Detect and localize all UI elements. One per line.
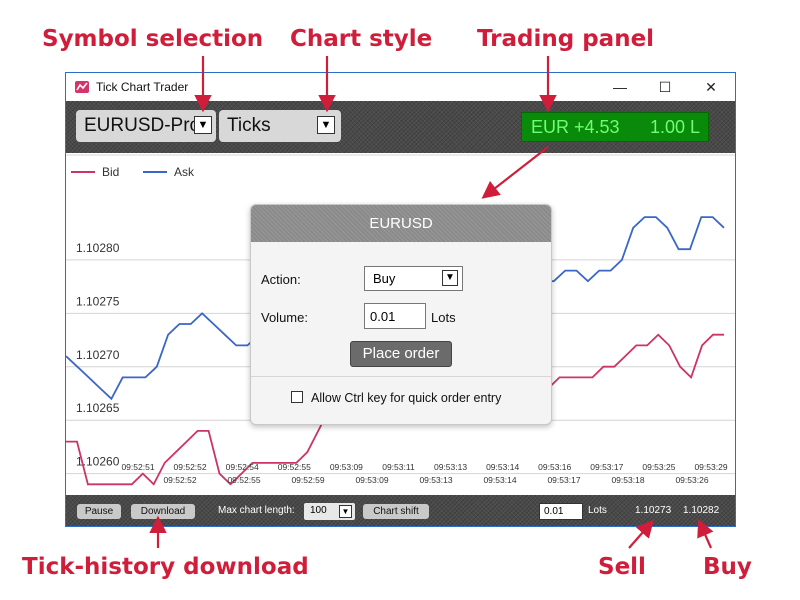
- status-bar: Pause Download Max chart length: 100 ▼ C…: [66, 495, 735, 526]
- minimize-button[interactable]: —: [597, 73, 643, 101]
- trading-panel-button[interactable]: EUR +4.53 1.00 L: [521, 112, 709, 142]
- callout-tick-history-download: Tick-history download: [22, 554, 309, 580]
- action-label: Action:: [261, 272, 301, 287]
- callout-sell: Sell: [598, 554, 646, 580]
- ctrl-key-label: Allow Ctrl key for quick order entry: [311, 391, 502, 405]
- volume-label: Volume:: [261, 310, 308, 325]
- toolbar: EURUSD-Pro ▼ Ticks ▼ EUR +4.53 1.00 L: [66, 101, 735, 153]
- pause-button[interactable]: Pause: [77, 504, 121, 519]
- x-tick-label: 09:53:13: [434, 462, 467, 472]
- app-logo-icon: [75, 81, 89, 93]
- y-tick-label: 1.10265: [76, 401, 120, 415]
- x-tick-label: 09:53:14: [483, 475, 516, 485]
- max-chart-length-label: Max chart length:: [218, 505, 295, 516]
- x-tick-label: 09:53:25: [642, 462, 675, 472]
- max-chart-length-select[interactable]: 100 ▼: [304, 503, 355, 520]
- legend-label-bid: Bid: [102, 165, 119, 179]
- chevron-down-icon[interactable]: ▼: [339, 505, 352, 518]
- close-button[interactable]: ✕: [688, 73, 734, 101]
- chart-shift-button[interactable]: Chart shift: [363, 504, 429, 519]
- sell-price-button[interactable]: 1.10273: [635, 505, 671, 516]
- maximize-button[interactable]: ☐: [642, 73, 688, 101]
- window-title: Tick Chart Trader: [96, 80, 189, 94]
- trade-lots: 1.00 L: [650, 117, 701, 137]
- chevron-down-icon[interactable]: ▼: [317, 116, 335, 134]
- symbol-select[interactable]: EURUSD-Pro ▼: [76, 110, 216, 142]
- place-order-button[interactable]: Place order: [350, 341, 452, 367]
- x-tick-label: 09:53:17: [590, 462, 623, 472]
- x-tick-label: 09:52:51: [121, 462, 154, 472]
- callout-chart-style: Chart style: [290, 26, 433, 52]
- y-tick-label: 1.10280: [76, 241, 120, 255]
- x-tick-label: 09:52:59: [291, 475, 324, 485]
- x-tick-label: 09:53:18: [611, 475, 644, 485]
- x-tick-label: 09:53:14: [486, 462, 519, 472]
- x-tick-label: 09:53:26: [675, 475, 708, 485]
- chevron-down-icon[interactable]: ▼: [442, 270, 458, 286]
- symbol-value: EURUSD-Pro: [84, 115, 201, 136]
- title-bar: Tick Chart Trader — ☐ ✕: [66, 73, 735, 101]
- callout-buy: Buy: [703, 554, 752, 580]
- x-tick-label: 09:53:29: [694, 462, 727, 472]
- trade-profit: EUR +4.53: [531, 117, 620, 137]
- app-window: Tick Chart Trader — ☐ ✕ EURUSD-Pro ▼ Tic…: [65, 72, 736, 527]
- download-button[interactable]: Download: [131, 504, 195, 519]
- x-tick-label: 09:52:52: [174, 462, 207, 472]
- legend-label-ask: Ask: [174, 165, 195, 179]
- ctrl-key-checkbox[interactable]: [291, 391, 303, 403]
- x-tick-label: 09:52:54: [226, 462, 259, 472]
- max-chart-length-value: 100: [310, 505, 327, 516]
- x-tick-label: 09:52:55: [227, 475, 260, 485]
- lots-label: Lots: [588, 505, 607, 516]
- y-tick-label: 1.10270: [76, 348, 120, 362]
- x-tick-label: 09:53:13: [419, 475, 452, 485]
- dialog-header: EURUSD: [251, 205, 551, 242]
- dialog-title: EURUSD: [369, 215, 433, 232]
- chart-style-value: Ticks: [227, 115, 271, 136]
- x-tick-label: 09:52:52: [163, 475, 196, 485]
- chart-style-select[interactable]: Ticks ▼: [219, 110, 341, 142]
- x-tick-label: 09:53:16: [538, 462, 571, 472]
- chevron-down-icon[interactable]: ▼: [194, 116, 212, 134]
- dialog-divider: [251, 376, 551, 377]
- x-tick-label: 09:53:09: [355, 475, 388, 485]
- action-select[interactable]: Buy ▼: [364, 266, 463, 291]
- x-tick-label: 09:53:17: [547, 475, 580, 485]
- volume-input[interactable]: 0.01: [364, 303, 426, 329]
- x-tick-label: 09:53:11: [382, 462, 415, 472]
- callout-trading-panel: Trading panel: [477, 26, 655, 52]
- volume-lots-label: Lots: [431, 310, 456, 325]
- callout-symbol-selection: Symbol selection: [42, 26, 264, 52]
- y-tick-label: 1.10275: [76, 294, 120, 308]
- x-tick-label: 09:53:09: [330, 462, 363, 472]
- lots-input[interactable]: 0.01: [539, 503, 583, 520]
- order-dialog: EURUSD Action: Buy ▼ Volume: 0.01 Lots P…: [250, 204, 552, 425]
- action-value: Buy: [373, 271, 396, 286]
- buy-price-button[interactable]: 1.10282: [683, 505, 719, 516]
- x-tick-label: 09:52:55: [278, 462, 311, 472]
